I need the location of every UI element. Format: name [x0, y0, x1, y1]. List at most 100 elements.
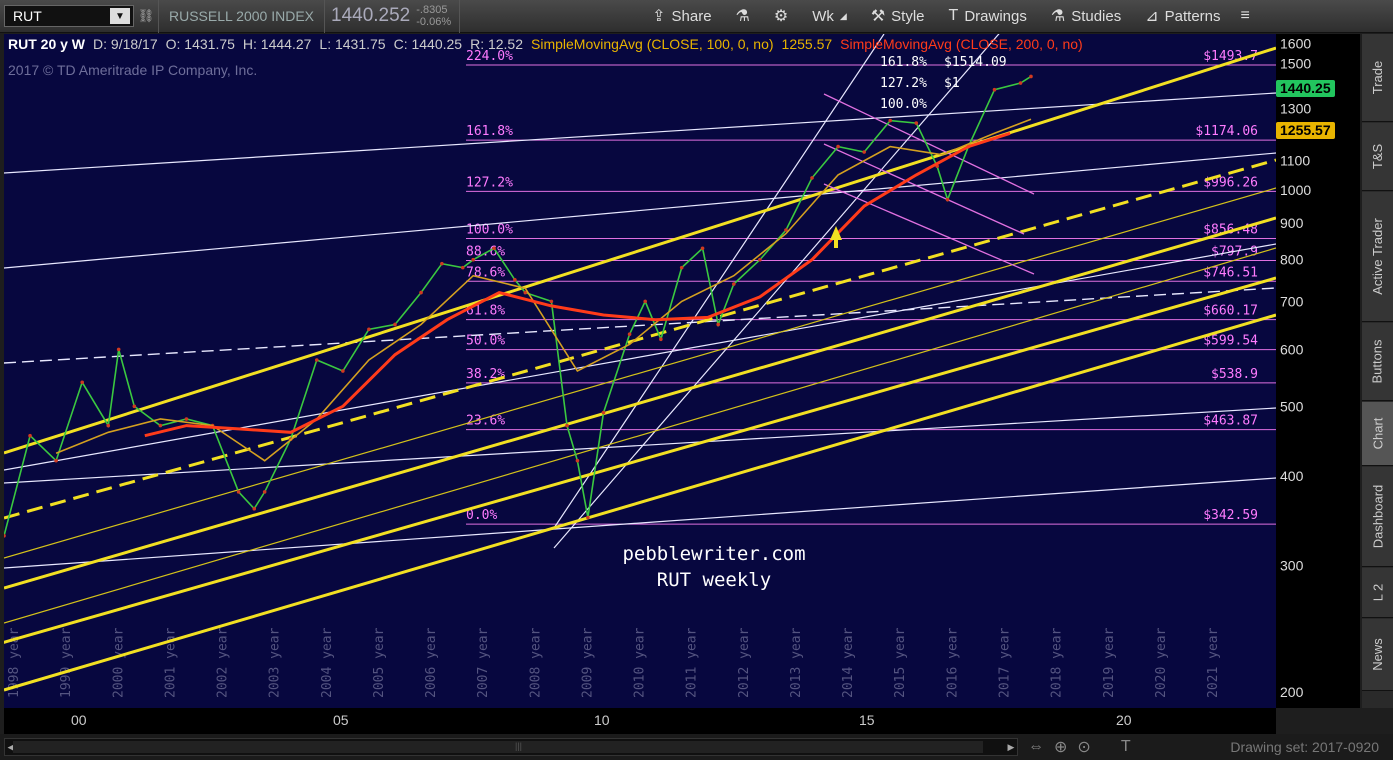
y-tick-label: 500 — [1280, 398, 1304, 414]
scroll-right-icon[interactable]: ▶ — [1005, 739, 1017, 755]
chart-info-bar: RUT 20 y W D: 9/18/17 O: 1431.75 H: 1444… — [4, 34, 1087, 54]
price-point — [184, 417, 189, 421]
studies-label: Studies — [1071, 7, 1122, 25]
tab-chart[interactable]: Chart — [1362, 402, 1393, 466]
x-year-label: 2003 year — [268, 627, 283, 698]
bottom-bar: ◀ ||| ▶ ⇔ ⊕ ⊙ T Drawing set: 2017-0920 — [0, 734, 1393, 760]
share-label: Share — [671, 7, 712, 25]
zoom-icon[interactable]: ⊙ — [1077, 737, 1090, 757]
upper-fib-pct: 100.0% — [880, 97, 927, 112]
info-open: O: 1431.75 — [165, 36, 235, 52]
price-point — [810, 176, 814, 180]
tab-trade[interactable]: Trade — [1362, 34, 1393, 122]
drawing-set-label[interactable]: Drawing set: 2017-0920 — [1230, 739, 1379, 755]
y-tick-label: 300 — [1280, 558, 1304, 574]
share-button[interactable]: ⇪ Share — [640, 0, 723, 33]
price-point — [314, 358, 319, 362]
chevron-down-icon[interactable]: ▼ — [110, 8, 130, 24]
info-close: C: 1440.25 — [393, 36, 463, 52]
y-tick-label: 900 — [1280, 215, 1304, 231]
settings-button[interactable]: ⚙ — [762, 0, 800, 33]
price-point — [513, 278, 517, 282]
x-year-label: 2008 year — [528, 627, 543, 698]
price-point — [440, 261, 444, 266]
tab-label: L 2 — [1370, 583, 1385, 602]
sma100-value: 1255.57 — [781, 36, 833, 52]
tab-buttons[interactable]: Buttons — [1362, 323, 1393, 401]
patterns-icon: ⊿ — [1145, 8, 1159, 25]
divider — [459, 0, 461, 33]
sma-price-tag: 1255.57 — [1276, 122, 1335, 139]
last-price-tag: 1440.25 — [1276, 80, 1335, 97]
upper-fib-price: $1514.09 — [944, 55, 1007, 70]
change-value: -.8305 — [416, 4, 448, 16]
style-button[interactable]: ⚒ Style — [859, 0, 937, 33]
price-point — [627, 332, 632, 337]
tab-label: Dashboard — [1370, 484, 1386, 549]
patterns-label: Patterns — [1164, 7, 1221, 25]
menu-button[interactable]: ≡ — [1233, 0, 1258, 33]
price-point — [492, 246, 496, 251]
price-point — [367, 327, 371, 332]
period-selector[interactable]: Wk ◢ — [800, 0, 859, 33]
price-point — [80, 380, 84, 385]
crosshair-icon[interactable]: ⊕ — [1054, 737, 1067, 757]
chart-canvas[interactable]: 1998 year 1999 year 2000 year 2001 year 2002… — [4, 34, 1276, 708]
gear-icon: ⚙ — [773, 8, 789, 25]
info-low: L: 1431.75 — [319, 36, 386, 52]
period-label: Wk — [812, 7, 834, 25]
price-point — [471, 257, 475, 262]
price-point — [393, 322, 397, 327]
chevron-down-icon: ◢ — [839, 10, 847, 21]
link-icon[interactable]: ⛓ — [134, 8, 158, 24]
price-point — [716, 322, 720, 327]
tab-ts[interactable]: T&S — [1362, 123, 1393, 191]
text-tool-icon[interactable]: T — [1121, 738, 1131, 756]
upper-fib-price: $1 — [944, 76, 960, 91]
sma200-label[interactable]: SimpleMovingAvg (CLOSE, 200, 0, no) — [836, 36, 1087, 52]
drawings-button[interactable]: T Drawings — [937, 0, 1039, 33]
horizontal-scrollbar[interactable]: ◀ ||| ▶ — [4, 738, 1018, 756]
flask-button[interactable]: ⚗ — [724, 0, 762, 33]
expand-icon[interactable]: ⇔ — [1028, 738, 1044, 756]
x-year-label: 2014 year — [841, 627, 856, 698]
symbol-value: RUT — [13, 8, 42, 24]
y-tick-label: 1500 — [1280, 56, 1311, 72]
price-point — [575, 458, 580, 463]
price-point — [549, 299, 554, 304]
copyright: 2017 © TD Ameritrade IP Company, Inc. — [8, 62, 258, 78]
x-year-label: 2016 year — [945, 627, 960, 698]
symbol-selector[interactable]: RUT ▼ — [4, 5, 134, 27]
tab-label: Buttons — [1370, 339, 1385, 384]
fib-price-label: $1174.06 — [1195, 124, 1258, 139]
sma100-label[interactable]: SimpleMovingAvg (CLOSE, 100, 0, no) — [527, 36, 778, 52]
tab-dashboard[interactable]: Dashboard — [1362, 467, 1393, 567]
x-year-label: 2005 year — [372, 627, 387, 698]
x-tick-label: 10 — [594, 712, 610, 728]
upper-fib-pct: 127.2% — [880, 76, 927, 91]
info-high: H: 1444.27 — [242, 36, 312, 52]
fib-pct-label: 161.8% — [466, 124, 513, 139]
tab-news[interactable]: News — [1362, 619, 1393, 691]
x-tick-label: 00 — [71, 712, 87, 728]
price-point — [586, 515, 590, 520]
x-year-label: 2011 year — [685, 627, 700, 698]
tab-l2[interactable]: L 2 — [1362, 568, 1393, 618]
fib-price-label: $538.9 — [1211, 367, 1258, 382]
y-tick-label: 1300 — [1280, 100, 1311, 116]
tab-active-trader[interactable]: Active Trader — [1362, 192, 1393, 322]
price-point — [679, 265, 684, 270]
price-point — [106, 423, 111, 428]
studies-button[interactable]: ⚗ Studies — [1039, 0, 1133, 33]
scroll-thumb[interactable] — [13, 741, 983, 753]
x-year-label: 2002 year — [216, 627, 231, 698]
price-point — [252, 506, 257, 511]
trend-line — [4, 407, 1276, 484]
time-axis[interactable]: 00 05 10 15 20 — [4, 708, 1276, 734]
fib-price-label: $660.17 — [1203, 304, 1258, 319]
fib-pct-label: 100.0% — [466, 222, 513, 237]
price-series-line — [4, 75, 1032, 537]
price-point — [758, 257, 762, 262]
patterns-button[interactable]: ⊿ Patterns — [1133, 0, 1232, 33]
x-year-label: 1999 year — [59, 627, 74, 698]
